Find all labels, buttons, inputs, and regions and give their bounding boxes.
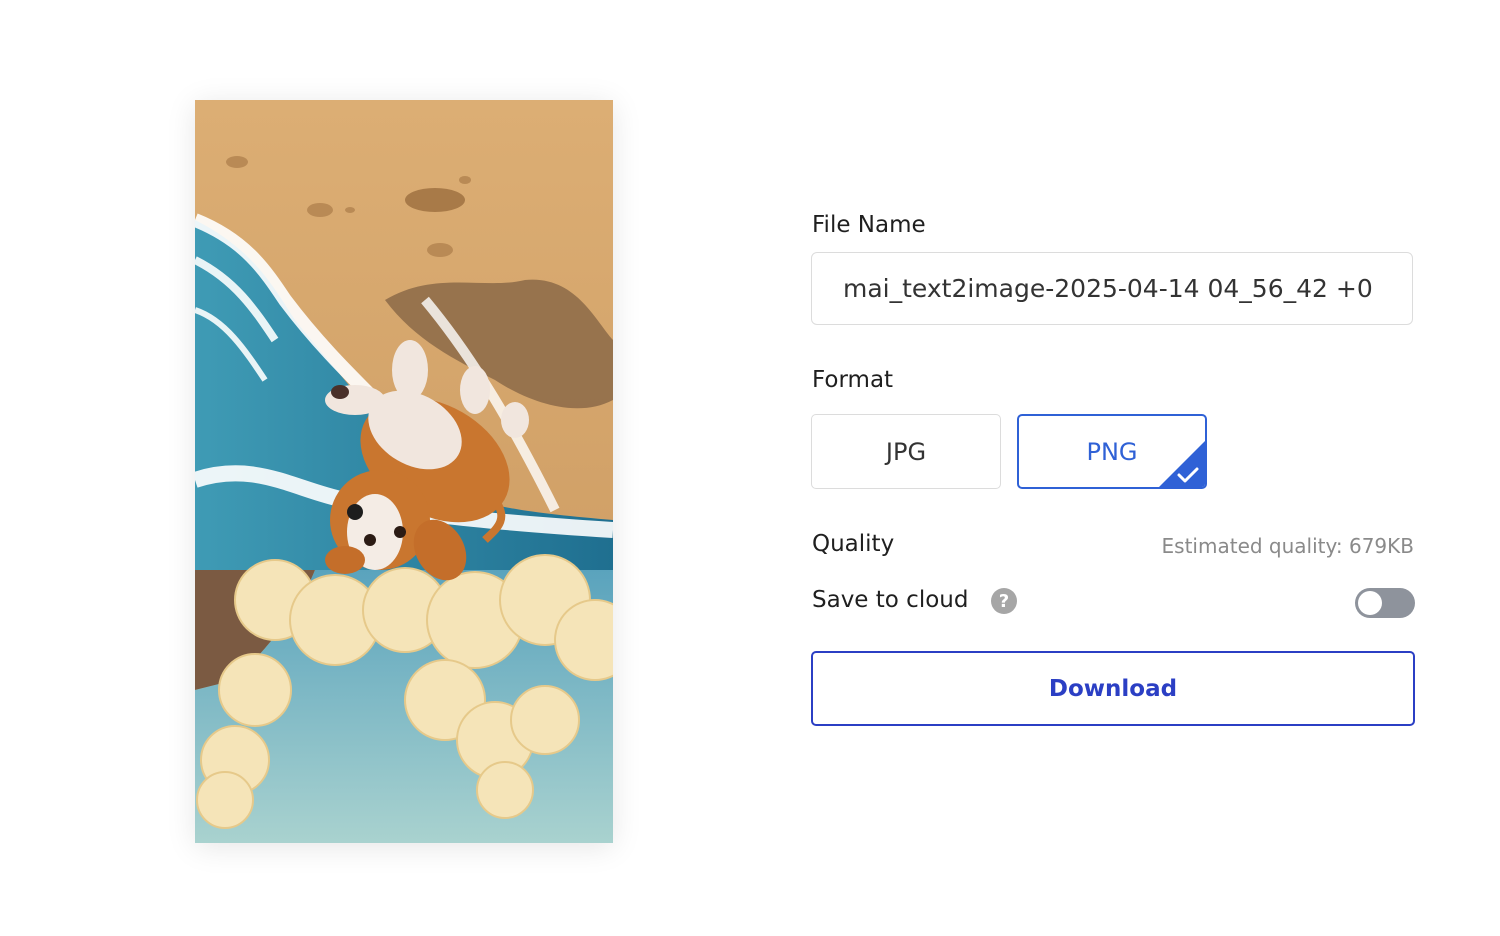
- format-option-jpg[interactable]: JPG: [811, 414, 1001, 489]
- preview-image: [195, 100, 613, 843]
- format-option-png-label: PNG: [1086, 437, 1138, 466]
- download-dialog: File Name Format JPG PNG Quality Estimat…: [0, 0, 1500, 936]
- quality-label: Quality: [812, 531, 895, 557]
- format-label: Format: [812, 367, 894, 393]
- file-name-input[interactable]: [812, 253, 1412, 324]
- download-button[interactable]: Download: [811, 651, 1415, 726]
- save-to-cloud-toggle[interactable]: [1355, 588, 1415, 618]
- file-name-label: File Name: [812, 212, 926, 238]
- format-option-png[interactable]: PNG: [1017, 414, 1207, 489]
- toggle-knob: [1358, 591, 1382, 615]
- selected-check-icon: [1159, 441, 1205, 487]
- save-to-cloud-label: Save to cloud: [812, 587, 969, 613]
- estimated-quality: Estimated quality: 679KB: [1161, 534, 1414, 558]
- format-option-jpg-label: JPG: [885, 437, 927, 466]
- help-icon[interactable]: ?: [991, 588, 1017, 614]
- file-name-field[interactable]: [811, 252, 1413, 325]
